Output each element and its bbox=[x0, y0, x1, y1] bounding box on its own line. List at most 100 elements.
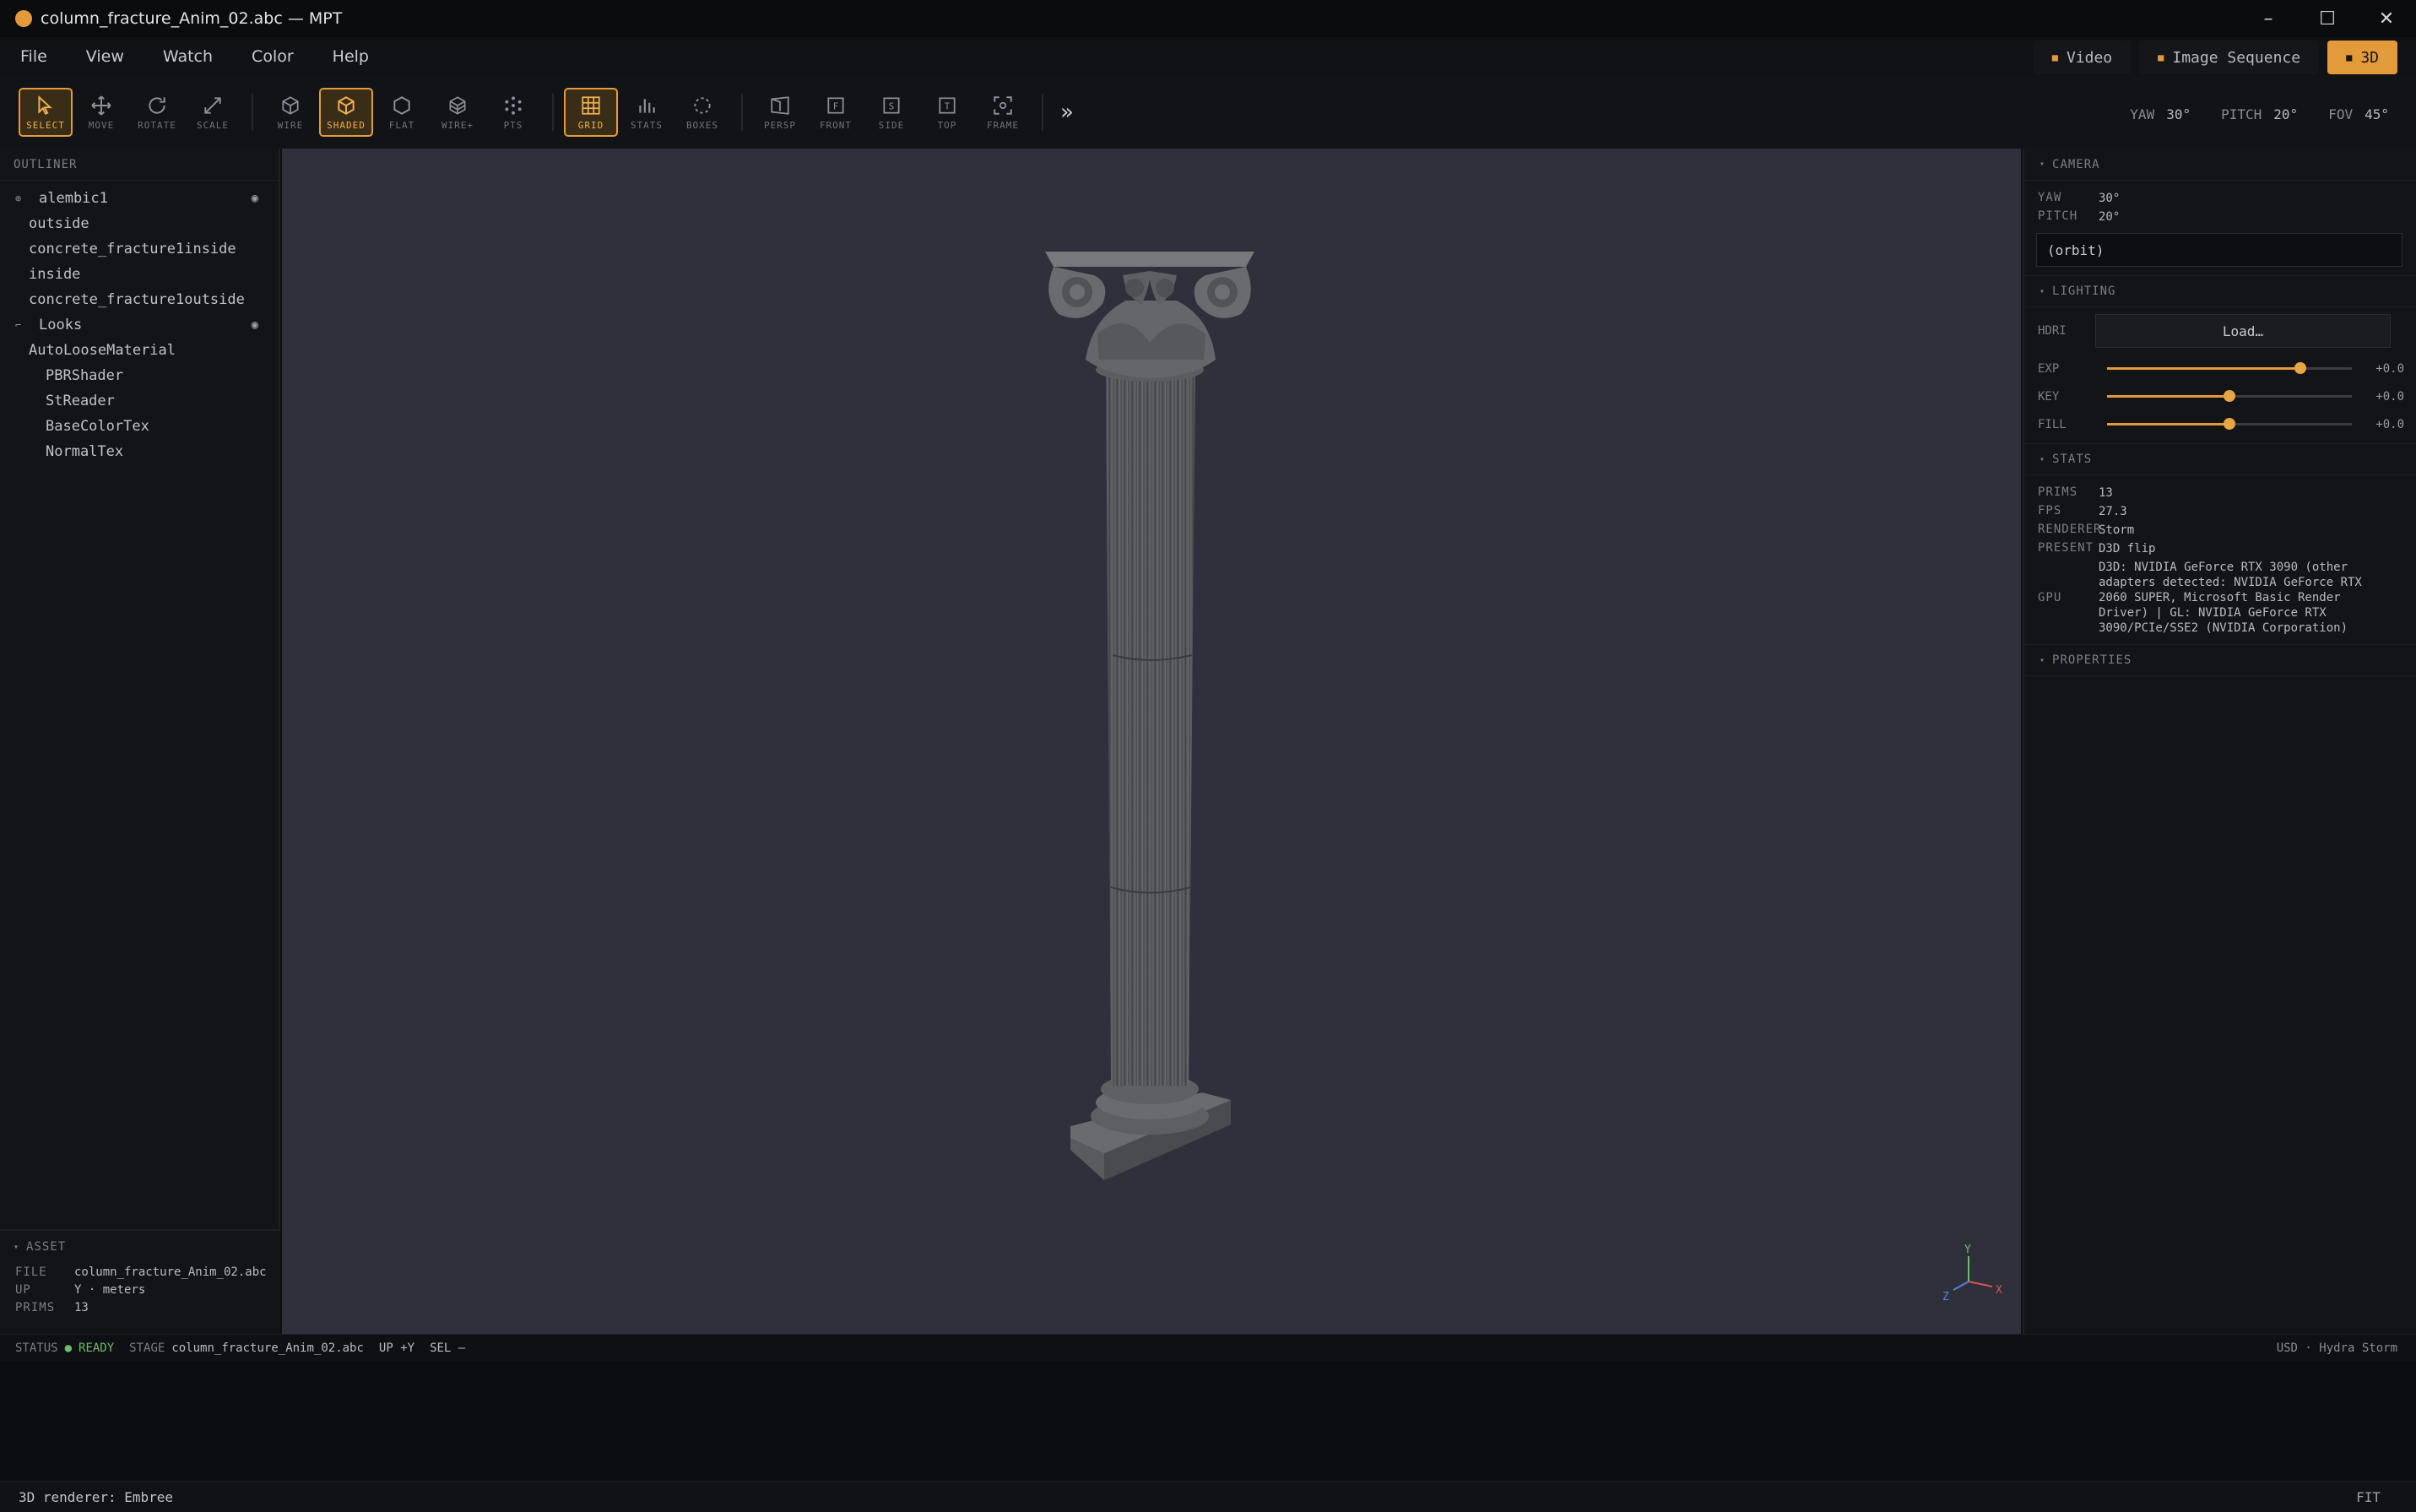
front-camera-button[interactable]: F FRONT bbox=[809, 88, 863, 137]
flat-view-button[interactable]: FLAT bbox=[375, 88, 429, 137]
window-title: column_fracture_Anim_02.abc — MPT bbox=[41, 9, 343, 28]
points-view-button[interactable]: PTS bbox=[486, 88, 540, 137]
stats-present-row: PRESENT D3D flip bbox=[2038, 541, 2156, 555]
wire-cube-icon bbox=[282, 95, 299, 115]
stats-gpu-row: GPU D3D: NVIDIA GeForce RTX 3090 (other a… bbox=[2038, 561, 2362, 635]
outliner-item-label: StReader bbox=[46, 393, 115, 409]
visibility-eye-icon[interactable]: ◉ bbox=[252, 318, 258, 332]
hdri-load-button[interactable]: Load… bbox=[2095, 314, 2391, 348]
menu-file[interactable]: File bbox=[20, 47, 47, 66]
wire-plus-icon bbox=[449, 95, 466, 115]
top-camera-button[interactable]: T TOP bbox=[920, 88, 974, 137]
properties-section-header[interactable]: ▾ PROPERTIES bbox=[2024, 644, 2416, 676]
render-backend-label: USD · Hydra Storm bbox=[2276, 1341, 2397, 1355]
axis-z-label: Z bbox=[1942, 1291, 1949, 1303]
stats-toggle-button[interactable]: STATS bbox=[620, 88, 674, 137]
outliner-item-label: outside bbox=[29, 215, 89, 232]
stats-renderer-row: RENDERER Storm bbox=[2038, 523, 2135, 537]
move-tool-button[interactable]: MOVE bbox=[74, 88, 128, 137]
slider-label: EXP bbox=[2038, 361, 2060, 376]
outliner-item[interactable]: PBRShader bbox=[0, 363, 279, 388]
camera-readout: YAW 30° PITCH 20° FOV 45° bbox=[2130, 106, 2389, 122]
mode-3d-button[interactable]: ■ 3D bbox=[2327, 41, 2397, 74]
outliner-item[interactable]: ⊕ alembic1 ◉ bbox=[0, 186, 279, 211]
camera-pitch-row: PITCH 20° bbox=[2038, 209, 2121, 224]
menu-view[interactable]: View bbox=[86, 47, 124, 66]
outliner-tree: ⊕ alembic1 ◉ outside concrete_fracture1insid… bbox=[0, 181, 279, 464]
3d-viewport[interactable]: Y X Z bbox=[282, 149, 2021, 1334]
scale-tool-button[interactable]: SCALE bbox=[186, 88, 240, 137]
lighting-section-header[interactable]: ▾ LIGHTING bbox=[2024, 275, 2416, 307]
outliner-item[interactable]: concrete_fracture1outside bbox=[0, 287, 279, 312]
boxes-toggle-button[interactable]: BOXES bbox=[675, 88, 729, 137]
maximize-icon[interactable]: ☐ bbox=[2298, 0, 2357, 37]
stats-fps-row: FPS 27.3 bbox=[2038, 504, 2127, 518]
grid-icon bbox=[582, 95, 600, 115]
cursor-icon bbox=[38, 95, 52, 115]
outliner-item[interactable]: BaseColorTex bbox=[0, 414, 279, 439]
axis-gizmo: Y X Z bbox=[1942, 1244, 2002, 1303]
mode-image-sequence-button[interactable]: ■ Image Sequence bbox=[2139, 41, 2320, 74]
camera-yaw-row: YAW 30° bbox=[2038, 191, 2121, 205]
slider-handle[interactable] bbox=[2224, 418, 2235, 430]
slider-value: +0.0 bbox=[2375, 389, 2404, 404]
select-tool-button[interactable]: SELECT bbox=[19, 88, 73, 137]
slider-fill bbox=[2107, 423, 2229, 425]
camera-section-header[interactable]: ▾ CAMERA bbox=[2024, 149, 2416, 181]
slider-value: +0.0 bbox=[2375, 361, 2404, 376]
wireplus-view-button[interactable]: WIRE+ bbox=[431, 88, 485, 137]
menu-help[interactable]: Help bbox=[333, 47, 369, 66]
outliner-item[interactable]: AutoLooseMaterial bbox=[0, 338, 279, 363]
camera-mode-field[interactable]: (orbit) bbox=[2036, 233, 2402, 267]
outliner-item[interactable]: outside bbox=[0, 211, 279, 236]
asset-header: ▾ ASSET bbox=[14, 1240, 67, 1254]
outliner-item-label: concrete_fracture1inside bbox=[29, 241, 236, 257]
outliner-item[interactable]: NormalTex bbox=[0, 439, 279, 464]
slider-track[interactable] bbox=[2107, 418, 2352, 430]
shaded-view-button[interactable]: SHADED bbox=[319, 88, 373, 137]
side-camera-button[interactable]: S SIDE bbox=[864, 88, 918, 137]
move-icon bbox=[91, 95, 111, 116]
outliner-item-label: concrete_fracture1outside bbox=[29, 291, 245, 308]
outliner-item[interactable]: inside bbox=[0, 262, 279, 287]
menu-watch[interactable]: Watch bbox=[163, 47, 213, 66]
grid-toggle-button[interactable]: GRID bbox=[564, 88, 618, 137]
visibility-eye-icon[interactable]: ◉ bbox=[252, 192, 258, 205]
outliner-item[interactable]: concrete_fracture1inside bbox=[0, 236, 279, 262]
slider-value: +0.0 bbox=[2375, 417, 2404, 431]
mode-video-button[interactable]: ■ Video bbox=[2033, 41, 2132, 74]
persp-camera-button[interactable]: PERSP bbox=[753, 88, 807, 137]
console-area[interactable] bbox=[0, 1361, 2416, 1481]
slider-track[interactable] bbox=[2107, 362, 2352, 374]
slider-track[interactable] bbox=[2107, 390, 2352, 402]
video-icon: ■ bbox=[2051, 51, 2058, 63]
outliner-item[interactable]: ⌐ Looks ◉ bbox=[0, 312, 279, 338]
side-view-icon: S bbox=[883, 96, 900, 114]
dashed-circle-icon bbox=[694, 96, 711, 114]
status-dot-icon: ● bbox=[64, 1341, 73, 1355]
rotate-tool-button[interactable]: ROTATE bbox=[130, 88, 184, 137]
outliner-item-label: NormalTex bbox=[46, 443, 124, 460]
status-indicator: STATUS ● READY bbox=[15, 1341, 115, 1355]
collapse-caret-icon[interactable]: ▾ bbox=[14, 1243, 19, 1252]
status-value: READY bbox=[79, 1341, 115, 1355]
looks-icon: ⌐ bbox=[15, 319, 22, 331]
more-tools-icon[interactable]: » bbox=[1060, 100, 1074, 125]
fit-button[interactable]: FIT bbox=[2356, 1489, 2381, 1505]
minimize-icon[interactable]: – bbox=[2239, 0, 2298, 37]
lighting-sliders: EXP +0.0 KEY +0.0 FILL +0.0 bbox=[2024, 355, 2416, 443]
window-controls: – ☐ ✕ bbox=[2239, 0, 2416, 37]
menu-color[interactable]: Color bbox=[252, 47, 294, 66]
title-bar: column_fracture_Anim_02.abc — MPT – ☐ ✕ bbox=[0, 0, 2416, 37]
close-icon[interactable]: ✕ bbox=[2357, 0, 2416, 37]
toolbar-divider bbox=[1042, 94, 1043, 131]
slider-handle[interactable] bbox=[2294, 362, 2307, 374]
slider-handle[interactable] bbox=[2224, 390, 2235, 402]
bottom-bar: 3D renderer: Embree FIT bbox=[0, 1481, 2416, 1512]
frame-selection-button[interactable]: FRAME bbox=[976, 88, 1030, 137]
image-sequence-icon: ■ bbox=[2158, 51, 2164, 63]
pitch-value: 20° bbox=[2273, 106, 2299, 122]
outliner-item[interactable]: StReader bbox=[0, 388, 279, 414]
stats-section-header[interactable]: ▾ STATS bbox=[2024, 443, 2416, 475]
wire-view-button[interactable]: WIRE bbox=[263, 88, 317, 137]
